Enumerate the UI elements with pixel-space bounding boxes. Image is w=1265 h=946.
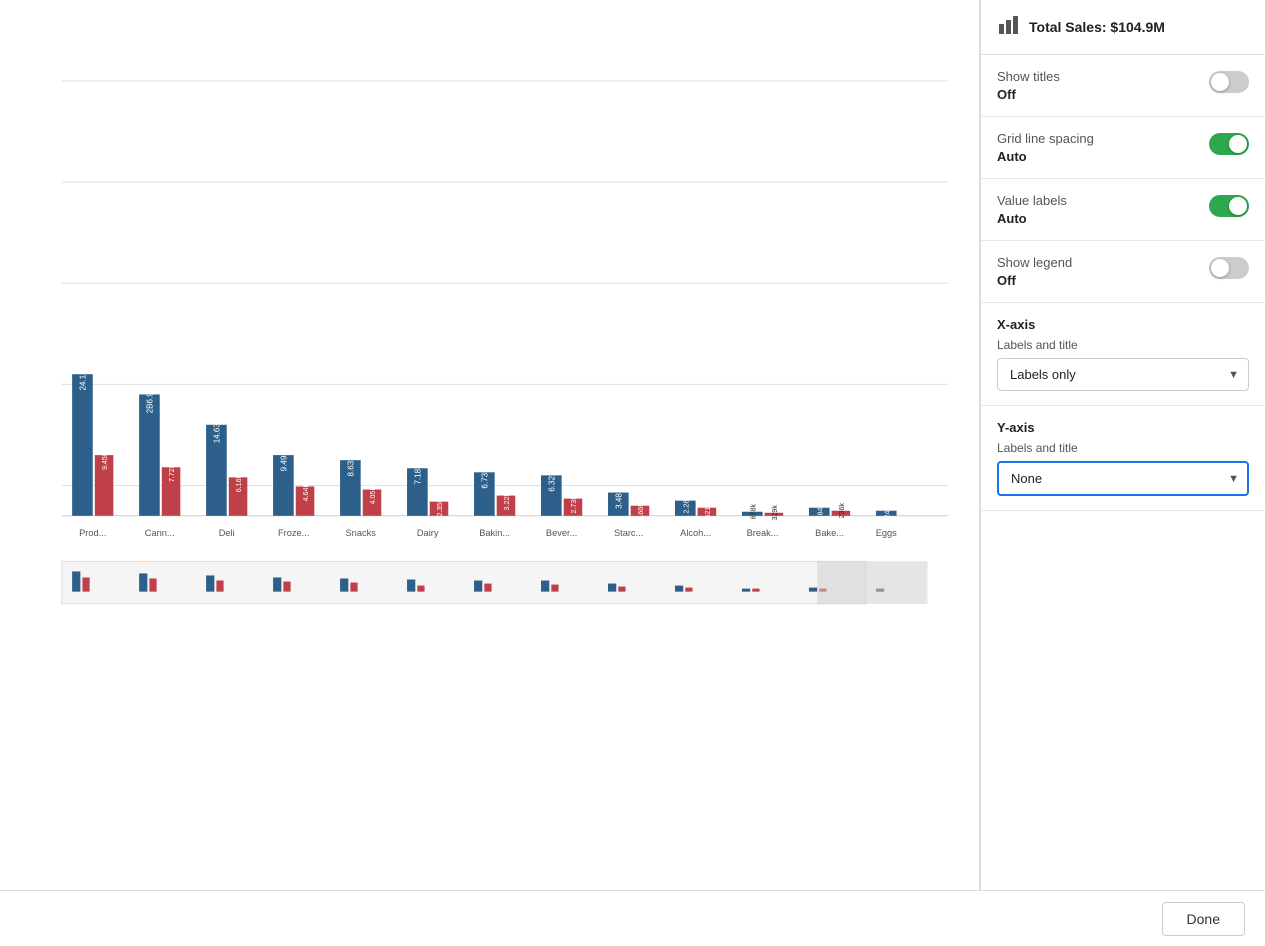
svg-text:2.73M: 2.73M xyxy=(570,494,578,514)
svg-text:678k: 678k xyxy=(749,504,757,520)
chart-icon xyxy=(997,14,1019,41)
done-button[interactable]: Done xyxy=(1162,902,1245,936)
show-legend-text: Show legend Off xyxy=(997,255,1209,288)
svg-text:Prod...: Prod... xyxy=(79,528,106,538)
svg-text:7.72M: 7.72M xyxy=(168,462,176,482)
grid-line-spacing-text: Grid line spacing Auto xyxy=(997,131,1209,164)
value-labels-text: Value labels Auto xyxy=(997,193,1209,226)
value-labels-toggle[interactable] xyxy=(1209,195,1249,217)
y-axis-title: Y-axis xyxy=(997,420,1249,435)
grid-line-spacing-value: Auto xyxy=(997,149,1209,164)
svg-text:24.1M: 24.1M xyxy=(78,368,87,391)
value-labels-label: Value labels xyxy=(997,193,1209,208)
grid-line-spacing-row: Grid line spacing Auto xyxy=(981,117,1265,179)
y-axis-dropdown[interactable]: None Labels only Labels and title xyxy=(997,461,1249,496)
svg-text:245k: 245k xyxy=(883,503,891,519)
svg-text:Dairy: Dairy xyxy=(417,528,439,538)
svg-text:Froze...: Froze... xyxy=(278,528,309,538)
y-axis-sub-label: Labels and title xyxy=(997,441,1249,455)
svg-text:Cann...: Cann... xyxy=(145,528,175,538)
svg-text:Bakin...: Bakin... xyxy=(479,528,510,538)
svg-text:842k: 842k xyxy=(816,500,824,516)
svg-text:3.48M: 3.48M xyxy=(614,486,623,509)
svg-text:7.18M: 7.18M xyxy=(413,462,422,485)
svg-text:3.22M: 3.22M xyxy=(503,491,511,511)
show-legend-label: Show legend xyxy=(997,255,1209,270)
show-legend-value: Off xyxy=(997,273,1209,288)
svg-text:Starc...: Starc... xyxy=(614,528,643,538)
svg-text:236k: 236k xyxy=(838,503,846,519)
panel-header: Total Sales: $104.9M xyxy=(981,0,1265,55)
svg-text:6.16M: 6.16M xyxy=(235,473,243,493)
svg-text:2.28M: 2.28M xyxy=(682,494,690,514)
svg-text:Bever...: Bever... xyxy=(546,528,577,538)
main-container: 24.1M 9.45M Prod... 2B6.9M 7.72M Cann...… xyxy=(0,0,1265,890)
value-labels-row: Value labels Auto xyxy=(981,179,1265,241)
svg-text:4.64M: 4.64M xyxy=(302,482,310,502)
svg-text:9.45M: 9.45M xyxy=(101,450,109,470)
svg-text:1.66M: 1.66M xyxy=(637,501,645,521)
x-axis-dropdown[interactable]: Labels only Labels and title None xyxy=(997,358,1249,391)
svg-text:Alcoh...: Alcoh... xyxy=(680,528,711,538)
x-axis-title: X-axis xyxy=(997,317,1249,332)
svg-text:Deli: Deli xyxy=(219,528,235,538)
svg-text:329k: 329k xyxy=(771,505,779,521)
show-legend-row: Show legend Off xyxy=(981,241,1265,303)
svg-text:2B6.9M: 2B6.9M xyxy=(145,385,154,413)
show-titles-row: Show titles Off xyxy=(981,55,1265,117)
svg-text:Eggs: Eggs xyxy=(876,528,898,538)
value-labels-value: Auto xyxy=(997,211,1209,226)
svg-text:4.05M: 4.05M xyxy=(369,485,377,505)
svg-text:6.73M: 6.73M xyxy=(480,466,489,489)
chart-svg: 24.1M 9.45M Prod... 2B6.9M 7.72M Cann...… xyxy=(0,0,979,890)
grid-line-spacing-toggle[interactable] xyxy=(1209,133,1249,155)
svg-text:6.32M: 6.32M xyxy=(547,469,556,492)
show-titles-label: Show titles xyxy=(997,69,1209,84)
grid-line-spacing-label: Grid line spacing xyxy=(997,131,1209,146)
svg-text:2.35M: 2.35M xyxy=(436,497,444,517)
show-titles-text: Show titles Off xyxy=(997,69,1209,102)
right-panel: Total Sales: $104.9M Show titles Off Gri… xyxy=(980,0,1265,890)
svg-text:8.63M: 8.63M xyxy=(346,454,355,477)
svg-text:521k: 521k xyxy=(704,503,712,519)
show-legend-toggle[interactable] xyxy=(1209,257,1249,279)
svg-text:9.49M: 9.49M xyxy=(279,449,288,472)
svg-text:Bake...: Bake... xyxy=(815,528,844,538)
bottom-bar: Done xyxy=(0,890,1265,946)
y-axis-select-wrapper: None Labels only Labels and title xyxy=(997,461,1249,496)
y-axis-section: Y-axis Labels and title None Labels only… xyxy=(981,406,1265,511)
x-axis-section: X-axis Labels and title Labels only Labe… xyxy=(981,303,1265,406)
panel-title: Total Sales: $104.9M xyxy=(1029,19,1165,35)
svg-text:Snacks: Snacks xyxy=(346,528,377,538)
chart-area: 24.1M 9.45M Prod... 2B6.9M 7.72M Cann...… xyxy=(0,0,980,890)
svg-text:14.63M: 14.63M xyxy=(212,416,221,443)
show-titles-value: Off xyxy=(997,87,1209,102)
x-axis-select-wrapper: Labels only Labels and title None xyxy=(997,358,1249,391)
x-axis-sub-label: Labels and title xyxy=(997,338,1249,352)
svg-text:Break...: Break... xyxy=(747,528,779,538)
show-titles-toggle[interactable] xyxy=(1209,71,1249,93)
